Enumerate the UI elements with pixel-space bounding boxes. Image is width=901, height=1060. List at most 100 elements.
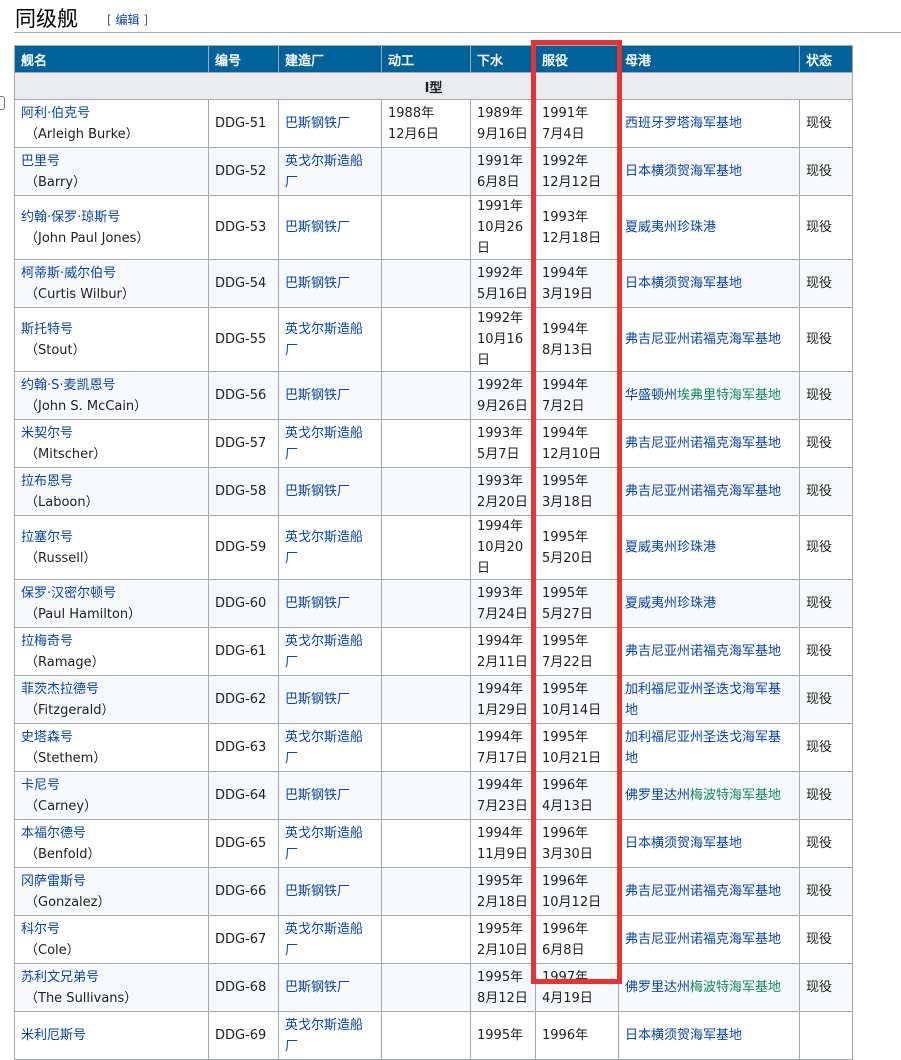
ship-name-en: （Fitzgerald） (25, 702, 115, 718)
homeport-link[interactable]: 弗吉尼亚州诺福克海军基地 (625, 436, 781, 451)
homeport-link[interactable]: 西班牙罗塔海军基地 (625, 116, 742, 131)
shipyard-link[interactable]: 巴斯钢铁厂 (285, 484, 350, 499)
shipyard-link[interactable]: 英戈尔斯造船厂 (285, 530, 363, 566)
homeport-link[interactable]: 夏威夷州珍珠港 (625, 220, 716, 235)
shipyard-link[interactable]: 英戈尔斯造船厂 (285, 922, 363, 958)
ship-name-link[interactable]: 科尔号 (21, 919, 202, 940)
homeport-cell: 西班牙罗塔海军基地 (618, 99, 800, 148)
shipyard-cell: 英戈尔斯造船厂 (278, 307, 382, 372)
ship-name-link[interactable]: 史塔森号 (21, 727, 202, 748)
ship-name-link[interactable]: 米契尔号 (21, 423, 202, 444)
col-header-shipyard[interactable]: 建造厂 (278, 45, 382, 73)
shipyard-link[interactable]: 英戈尔斯造船厂 (285, 426, 363, 462)
shipyard-link[interactable]: 英戈尔斯造船厂 (285, 154, 363, 190)
edit-link[interactable]: 编辑 (116, 13, 140, 27)
homeport-base-link[interactable]: 梅波特海军基地 (690, 980, 781, 995)
homeport-link[interactable]: 佛罗里达州 (625, 980, 690, 995)
shipyard-link[interactable]: 英戈尔斯造船厂 (285, 634, 363, 670)
col-header-homeport[interactable]: 母港 (618, 45, 800, 73)
ship-name-cell: 冈萨雷斯号 （Gonzalez） (14, 867, 209, 916)
homeport-cell: 夏威夷州珍珠港 (618, 515, 800, 580)
homeport-link[interactable]: 弗吉尼亚州诺福克海军基地 (625, 332, 781, 347)
commissioned-cell: 1995年 10月21日 (535, 723, 619, 772)
ship-name-link[interactable]: 冈萨雷斯号 (21, 871, 202, 892)
status-cell: 现役 (799, 307, 853, 372)
col-header-laid-down[interactable]: 动工 (381, 45, 471, 73)
ship-name-link[interactable]: 拉梅奇号 (21, 631, 202, 652)
homeport-link[interactable]: 日本横须贺海军基地 (625, 1028, 742, 1043)
homeport-link[interactable]: 日本横须贺海军基地 (625, 836, 742, 851)
launched-year: 1991年 (477, 153, 524, 169)
shipyard-link[interactable]: 英戈尔斯造船厂 (285, 322, 363, 358)
homeport-link[interactable]: 弗吉尼亚州诺福克海军基地 (625, 484, 781, 499)
ship-name-link[interactable]: 拉塞尔号 (21, 527, 202, 548)
shipyard-link[interactable]: 巴斯钢铁厂 (285, 884, 350, 899)
homeport-link[interactable]: 夏威夷州珍珠港 (625, 540, 716, 555)
homeport-link[interactable]: 夏威夷州珍珠港 (625, 596, 716, 611)
shipyard-link[interactable]: 巴斯钢铁厂 (285, 276, 350, 291)
laid-down-cell (381, 515, 471, 580)
ship-name-link[interactable]: 保罗·汉密尔顿号 (21, 583, 202, 604)
shipyard-link[interactable]: 巴斯钢铁厂 (285, 116, 350, 131)
shipyard-link[interactable]: 巴斯钢铁厂 (285, 388, 350, 403)
shipyard-link[interactable]: 巴斯钢铁厂 (285, 692, 350, 707)
shipyard-link[interactable]: 巴斯钢铁厂 (285, 596, 350, 611)
shipyard-link[interactable]: 英戈尔斯造船厂 (285, 1018, 363, 1054)
hull-number: DDG-69 (208, 1011, 279, 1060)
homeport-link[interactable]: 弗吉尼亚州诺福克海军基地 (625, 884, 781, 899)
homeport-link[interactable]: 弗吉尼亚州诺福克海军基地 (625, 932, 781, 947)
launched-day: 2月11日 (477, 654, 528, 670)
commissioned-cell: 1991年 7月4日 (535, 99, 619, 148)
ship-name-link[interactable]: 本福尔德号 (21, 823, 202, 844)
homeport-link[interactable]: 加利福尼亚州圣迭戈海军基地 (625, 730, 781, 766)
ship-name-link[interactable]: 约翰·保罗·琼斯号 (21, 207, 202, 228)
homeport-link[interactable]: 佛罗里达州 (625, 788, 690, 803)
shipyard-link[interactable]: 英戈尔斯造船厂 (285, 730, 363, 766)
homeport-base-link[interactable]: 埃弗里特海军基地 (677, 388, 781, 403)
ship-name-en: （Ramage） (25, 654, 105, 670)
shipyard-cell: 巴斯钢铁厂 (278, 371, 382, 420)
homeport-base-link[interactable]: 梅波特海军基地 (690, 788, 781, 803)
ship-name-link[interactable]: 菲茨杰拉德号 (21, 679, 202, 700)
ship-name-link[interactable]: 约翰·S·麦凯恩号 (21, 375, 202, 396)
homeport-link[interactable]: 弗吉尼亚州诺福克海军基地 (625, 644, 781, 659)
homeport-link[interactable]: 加利福尼亚州圣迭戈海军基地 (625, 682, 781, 718)
shipyard-link[interactable]: 英戈尔斯造船厂 (285, 826, 363, 862)
laid-down-cell (381, 723, 471, 772)
homeport-link[interactable]: 华盛顿州 (625, 388, 677, 403)
shipyard-cell: 英戈尔斯造船厂 (278, 147, 382, 196)
ship-name-cell: 拉梅奇号 （Ramage） (14, 627, 209, 676)
shipyard-cell: 英戈尔斯造船厂 (278, 515, 382, 580)
homeport-cell: 夏威夷州珍珠港 (618, 579, 800, 628)
commissioned-cell: 1994年 7月2日 (535, 371, 619, 420)
commissioned-year: 1995年 (542, 681, 589, 697)
launched-day: 9月26日 (477, 398, 528, 414)
homeport-link[interactable]: 日本横须贺海军基地 (625, 276, 742, 291)
ship-name-link[interactable]: 阿利·伯克号 (21, 103, 202, 124)
ship-name-cell: 保罗·汉密尔顿号 （Paul Hamilton） (14, 579, 209, 628)
ship-name-link[interactable]: 斯托特号 (21, 319, 202, 340)
homeport-link[interactable]: 日本横须贺海军基地 (625, 164, 742, 179)
launched-cell: 1989年 9月16日 (470, 99, 536, 148)
ship-name-link[interactable]: 卡尼号 (21, 775, 202, 796)
launched-cell: 1991年 10月26日 (470, 195, 536, 260)
launched-year: 1994年 (477, 519, 524, 534)
shipyard-cell: 巴斯钢铁厂 (278, 675, 382, 724)
ship-name-link[interactable]: 米利厄斯号 (21, 1025, 202, 1046)
launched-day: 2月10日 (477, 942, 528, 958)
col-header-commissioned[interactable]: 服役 (535, 45, 619, 73)
col-header-name[interactable]: 舰名 (14, 45, 209, 73)
shipyard-link[interactable]: 巴斯钢铁厂 (285, 788, 350, 803)
ship-name-link[interactable]: 苏利文兄弟号 (21, 967, 202, 988)
col-header-status[interactable]: 状态 (799, 45, 853, 73)
ship-name-cell: 卡尼号 （Carney） (14, 771, 209, 820)
shipyard-cell: 英戈尔斯造船厂 (278, 819, 382, 868)
col-header-number[interactable]: 编号 (208, 45, 279, 73)
launched-year: 1994年 (477, 729, 524, 745)
shipyard-link[interactable]: 巴斯钢铁厂 (285, 220, 350, 235)
ship-name-link[interactable]: 柯蒂斯·威尔伯号 (21, 263, 202, 284)
col-header-launched[interactable]: 下水 (470, 45, 536, 73)
ship-name-link[interactable]: 巴里号 (21, 151, 202, 172)
ship-name-link[interactable]: 拉布恩号 (21, 471, 202, 492)
shipyard-link[interactable]: 巴斯钢铁厂 (285, 980, 350, 995)
